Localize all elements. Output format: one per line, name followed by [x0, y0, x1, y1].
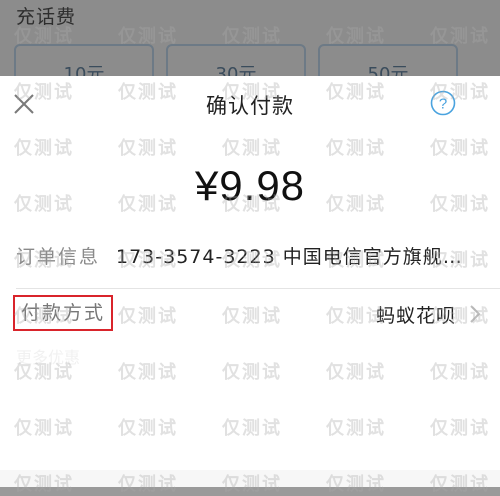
- order-info-label: 订单信息: [16, 246, 101, 268]
- payment-method-row[interactable]: 付款方式 蚂蚁花呗: [0, 289, 500, 337]
- bottom-bar: [0, 470, 500, 487]
- payment-amount: ¥9.98: [194, 162, 306, 209]
- order-info-value: 173-3574-3223 中国电信官方旗舰…: [116, 246, 463, 268]
- sheet-title: 确认付款: [206, 94, 294, 118]
- chevron-right-icon: [470, 305, 481, 323]
- order-info-row: 订单信息 173-3574-3223 中国电信官方旗舰…: [16, 242, 486, 270]
- payment-sheet: 确认付款 ? ¥9.98 订单信息 173-3574-3223 中国电信官方旗舰…: [0, 76, 500, 487]
- svg-text:?: ?: [439, 96, 447, 113]
- page-title: 充话费: [16, 6, 77, 28]
- payment-method-label: 付款方式: [13, 295, 114, 331]
- help-circle-icon[interactable]: ?: [430, 90, 456, 116]
- payment-method-value: 蚂蚁花呗: [375, 305, 456, 327]
- faded-text: 更多优惠: [16, 348, 81, 367]
